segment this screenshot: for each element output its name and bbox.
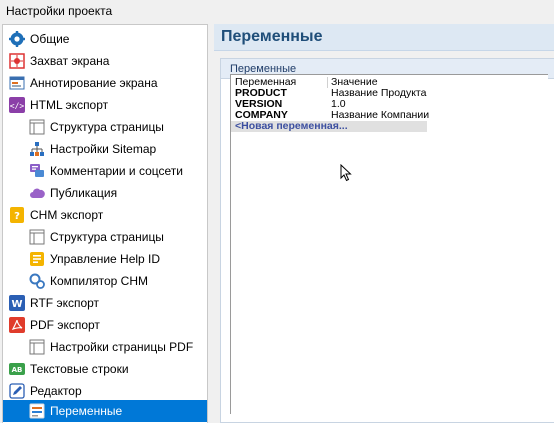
tree-item-label: Общие — [30, 32, 70, 46]
sitemap-icon — [29, 141, 45, 157]
tree-item-label: Захват экрана — [30, 54, 110, 68]
screen-capture-icon — [9, 53, 25, 69]
word-icon: W — [9, 295, 25, 311]
compiler-gears-icon — [29, 273, 45, 289]
tree-item-screen-annotation[interactable]: Аннотирование экрана — [3, 72, 207, 94]
tree-item-label: Текстовые строки — [30, 362, 129, 376]
svg-text:W: W — [11, 299, 22, 310]
annotation-icon — [9, 75, 25, 91]
variables-grid[interactable]: Переменная Значение PRODUCT Название Про… — [230, 74, 548, 414]
tree-item-label: Редактор — [30, 384, 82, 398]
tree-item-pdf-export[interactable]: PDF экспорт — [3, 314, 207, 336]
gear-icon — [9, 31, 25, 47]
tree-item-screen-capture[interactable]: Захват экрана — [3, 50, 207, 72]
svg-text:AB: AB — [12, 366, 23, 374]
svg-text:</>: </> — [10, 102, 25, 111]
text-strings-icon: AB — [9, 361, 25, 377]
tree-item-variables[interactable]: Переменные — [3, 400, 207, 422]
tree-item-label: Переменные — [50, 404, 123, 418]
page-layout-icon — [29, 339, 45, 355]
tree-item-pdf-page-settings[interactable]: Настройки страницы PDF — [3, 336, 207, 358]
tree-item-label: Аннотирование экрана — [30, 76, 158, 90]
main-content: Переменные Переменные Переменная Значени… — [214, 24, 554, 423]
pdf-icon — [9, 317, 25, 333]
variables-icon — [29, 403, 45, 419]
tree-item-label: Управление Help ID — [50, 252, 161, 266]
tree-item-html-page-structure[interactable]: Структура страницы — [3, 116, 207, 138]
tree-item-chm-compiler[interactable]: Компилятор CHM — [3, 270, 207, 292]
tree-item-label: Структура страницы — [50, 120, 164, 134]
tree-item-general[interactable]: Общие — [3, 28, 207, 50]
html-export-icon: </> — [9, 97, 25, 113]
new-variable-row[interactable]: <Новая переменная... — [231, 121, 427, 132]
tree-item-label: CHM экспорт — [30, 208, 104, 222]
tree-item-label: Компилятор CHM — [50, 274, 148, 288]
svg-text:?: ? — [14, 211, 20, 222]
tree-item-help-id[interactable]: Управление Help ID — [3, 248, 207, 270]
column-separator[interactable] — [327, 77, 328, 88]
tree-item-label: RTF экспорт — [30, 296, 100, 310]
mouse-cursor-icon — [340, 163, 352, 185]
window-title: Настройки проекта — [6, 4, 113, 18]
tree-item-sitemap-settings[interactable]: Настройки Sitemap — [3, 138, 207, 160]
comments-icon — [29, 163, 45, 179]
tree-item-label: HTML экспорт — [30, 98, 109, 112]
tree-item-label: Структура страницы — [50, 230, 164, 244]
tree-item-publishing[interactable]: Публикация — [3, 182, 207, 204]
tree-item-comments-social[interactable]: Комментарии и соцсети — [3, 160, 207, 182]
cloud-icon — [29, 185, 45, 201]
new-variable-label[interactable]: <Новая переменная... — [235, 121, 348, 132]
tree-item-chm-page-structure[interactable]: Структура страницы — [3, 226, 207, 248]
tree-item-label: Настройки Sitemap — [50, 142, 157, 156]
editor-pencil-icon — [9, 383, 25, 399]
tree-item-html-export[interactable]: </> HTML экспорт — [3, 94, 207, 116]
page-layout-icon — [29, 229, 45, 245]
section-header: Переменные — [214, 24, 554, 51]
chm-help-icon: ? — [9, 207, 25, 223]
tree-item-text-strings[interactable]: AB Текстовые строки — [3, 358, 207, 380]
settings-tree[interactable]: Общие Захват экрана Аннотирование экрана… — [2, 24, 208, 423]
page-title: Переменные — [221, 28, 323, 45]
tree-item-label: PDF экспорт — [30, 318, 100, 332]
page-layout-icon — [29, 119, 45, 135]
tree-item-chm-export[interactable]: ? CHM экспорт — [3, 204, 207, 226]
tree-item-editor[interactable]: Редактор — [3, 380, 207, 402]
tree-item-rtf-export[interactable]: W RTF экспорт — [3, 292, 207, 314]
tree-item-label: Публикация — [50, 186, 118, 200]
tree-item-label: Настройки страницы PDF — [50, 340, 194, 354]
tree-item-label: Комментарии и соцсети — [50, 164, 183, 178]
help-id-icon — [29, 251, 45, 267]
